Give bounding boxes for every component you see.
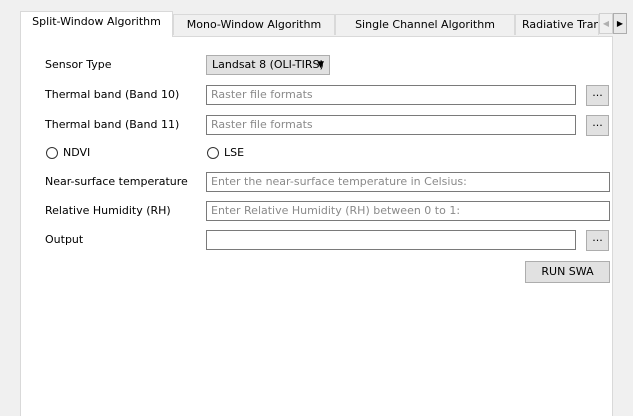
tab-radiative-transfer[interactable]: Radiative Transfer Equation: [515, 14, 599, 35]
near-surface-temp-label: Near-surface temperature: [45, 175, 188, 188]
ndvi-radio[interactable]: [46, 147, 58, 159]
band10-browse-button[interactable]: ...: [586, 85, 609, 106]
tab-scroll-buttons: ◀ ▶: [599, 13, 627, 34]
band11-label: Thermal band (Band 11): [45, 118, 180, 131]
output-input[interactable]: [206, 230, 576, 250]
band10-label: Thermal band (Band 10): [45, 88, 180, 101]
tab-bar: Split-Window Algorithm Mono-Window Algor…: [20, 11, 627, 37]
sensor-type-dropdown[interactable]: Landsat 8 (OLI-TIRS) ▼: [206, 55, 330, 75]
output-browse-button[interactable]: ...: [586, 230, 609, 251]
sensor-type-label: Sensor Type: [45, 58, 112, 71]
output-label: Output: [45, 233, 84, 246]
tab-split-window[interactable]: Split-Window Algorithm: [20, 11, 173, 37]
arrow-right-icon[interactable]: ▶: [613, 13, 627, 34]
band11-browse-button[interactable]: ...: [586, 115, 609, 136]
arrow-left-icon[interactable]: ◀: [599, 13, 613, 34]
relative-humidity-label: Relative Humidity (RH): [45, 204, 171, 217]
band11-input[interactable]: Raster file formats: [206, 115, 576, 135]
lse-radio[interactable]: [207, 147, 219, 159]
lse-label: LSE: [224, 146, 245, 159]
ndvi-label: NDVI: [63, 146, 91, 159]
tab-single-channel[interactable]: Single Channel Algorithm: [335, 14, 515, 35]
band10-input[interactable]: Raster file formats: [206, 85, 576, 105]
run-swa-button[interactable]: RUN SWA: [525, 261, 610, 283]
tab-mono-window[interactable]: Mono-Window Algorithm: [173, 14, 335, 35]
relative-humidity-input[interactable]: Enter Relative Humidity (RH) between 0 t…: [206, 201, 610, 221]
sensor-type-value: Landsat 8 (OLI-TIRS): [212, 58, 324, 71]
near-surface-temp-input[interactable]: Enter the near-surface temperature in Ce…: [206, 172, 610, 192]
chevron-down-icon: ▼: [317, 60, 324, 70]
